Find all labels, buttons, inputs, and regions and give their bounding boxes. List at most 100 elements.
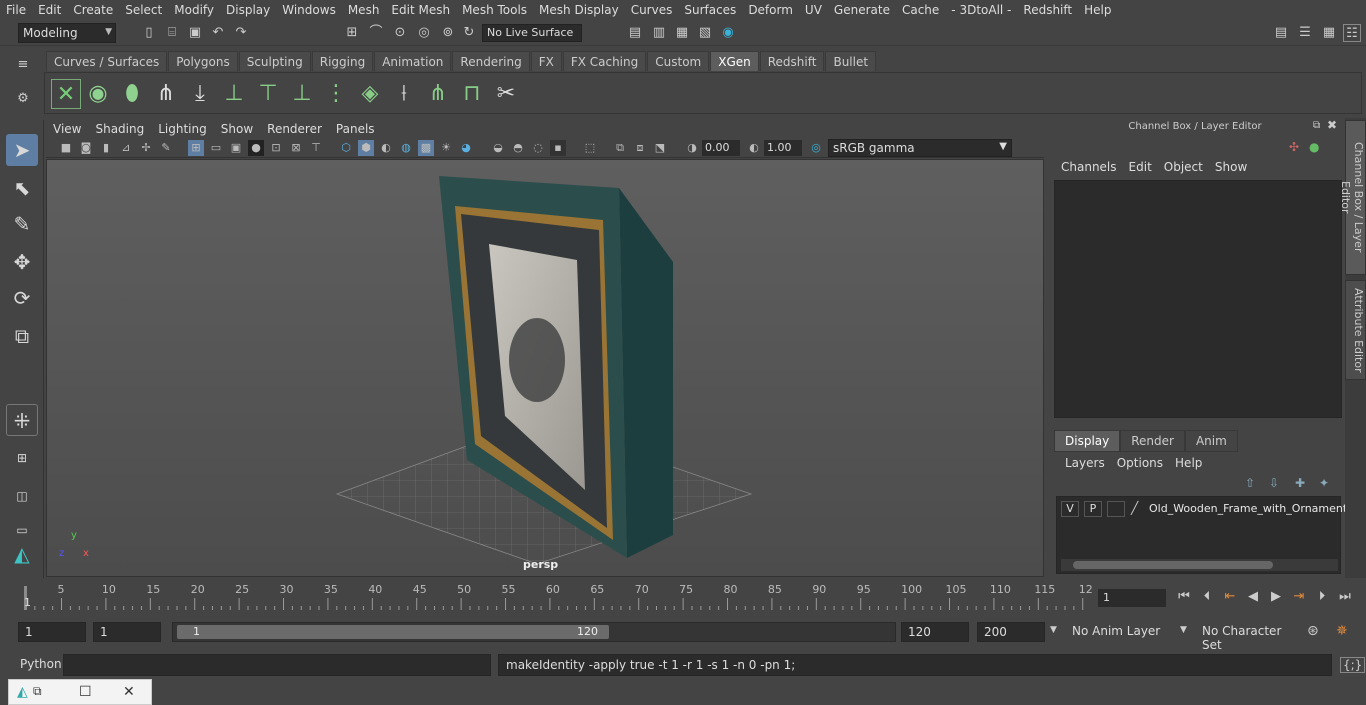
wireframe-icon[interactable]: ⬡	[338, 140, 354, 156]
new-layer-icon[interactable]: ✚	[1295, 476, 1305, 490]
select-tool-icon[interactable]: ➤	[6, 134, 38, 166]
viewport-menu-view[interactable]: View	[46, 122, 88, 136]
xgen-cut-icon[interactable]: ✂	[491, 79, 521, 109]
menu-mesh-display[interactable]: Mesh Display	[533, 3, 625, 17]
channel-menu-object[interactable]: Object	[1158, 160, 1209, 174]
close-panel-icon[interactable]: ✖	[1327, 118, 1337, 132]
scene-start-field[interactable]: 1	[18, 622, 86, 642]
redo-icon[interactable]: ↷	[232, 24, 250, 42]
range-slider[interactable]: 1 120	[172, 622, 896, 642]
snap-view-icon[interactable]: ◎	[415, 24, 433, 42]
xgen-guides-icon[interactable]: ⋔	[151, 79, 181, 109]
layer-menu-layers[interactable]: Layers	[1059, 456, 1111, 470]
new-layer-selected-icon[interactable]: ✦	[1319, 476, 1329, 490]
move-layer-down-icon[interactable]: ⇩	[1269, 476, 1279, 490]
anim-layer-selector[interactable]: No Anim Layer	[1066, 622, 1170, 642]
layer-color-swatch[interactable]: ╱	[1131, 501, 1138, 515]
menu-curves[interactable]: Curves	[625, 3, 679, 17]
shelf-tab-custom[interactable]: Custom	[647, 51, 710, 71]
xgen-guides-curves-icon[interactable]: ⋮	[321, 79, 351, 109]
tab-channel-box[interactable]: Channel Box / Layer Editor	[1339, 120, 1366, 275]
shelf-tab-curves-surfaces[interactable]: Curves / Surfaces	[46, 51, 168, 71]
view-transform-selector[interactable]: sRGB gamma ▼	[828, 139, 1012, 157]
menu-redshift[interactable]: Redshift	[1017, 3, 1078, 17]
close-icon[interactable]: ✕	[123, 684, 135, 700]
channel-menu-show[interactable]: Show	[1209, 160, 1253, 174]
default-lighting-icon[interactable]: ◐	[378, 140, 394, 156]
menu-display[interactable]: Display	[220, 3, 276, 17]
lasso-tool-icon[interactable]: ⬉	[6, 172, 38, 204]
wireframe-on-shaded-icon[interactable]: ◍	[398, 140, 414, 156]
layer-menu-options[interactable]: Options	[1111, 456, 1169, 470]
step-forward-key-icon[interactable]: ⇥	[1290, 588, 1308, 606]
live-surface-field[interactable]: No Live Surface	[482, 24, 582, 42]
bookmark-icon[interactable]: ▮	[98, 140, 114, 156]
menu-modify[interactable]: Modify	[168, 3, 220, 17]
range-slider-handle[interactable]	[177, 625, 609, 639]
menu-file[interactable]: File	[0, 3, 32, 17]
safe-action-icon[interactable]: ⊠	[288, 140, 304, 156]
save-scene-icon[interactable]: ▣	[186, 24, 204, 42]
xgen-density-icon[interactable]: ◈	[355, 79, 385, 109]
anim-layer-arrow-icon[interactable]: ▼	[1050, 625, 1057, 635]
shelf-tab-fx-caching[interactable]: FX Caching	[562, 51, 647, 71]
xgen-add-guide-icon[interactable]: ⤓	[185, 79, 215, 109]
gamma-icon[interactable]: ◐	[746, 140, 762, 156]
layer-scrollbar[interactable]	[1061, 559, 1338, 571]
shelf-tab-rigging[interactable]: Rigging	[311, 51, 374, 71]
new-scene-icon[interactable]: ▯	[140, 24, 158, 42]
menu-create[interactable]: Create	[67, 3, 119, 17]
undo-icon[interactable]: ↶	[209, 24, 227, 42]
gate-mask-icon[interactable]: ●	[248, 140, 264, 156]
xgen-select-guide-icon[interactable]: ⊤	[253, 79, 283, 109]
film-gate-icon[interactable]: ▭	[208, 140, 224, 156]
character-set-arrow-icon[interactable]: ▼	[1180, 625, 1187, 635]
speed-icon[interactable]: ●	[1309, 140, 1319, 154]
xgen-description-icon[interactable]: ◉	[83, 79, 113, 109]
perspective-viewport[interactable]: y z x persp	[46, 159, 1044, 577]
move-tool-icon[interactable]: ✥	[6, 246, 38, 278]
maximize-icon[interactable]: ☐	[79, 684, 92, 700]
menu-set-selector[interactable]: Modeling	[18, 23, 116, 43]
exposure-icon[interactable]: ◑	[684, 140, 700, 156]
color-management-icon[interactable]: ◎	[808, 140, 824, 156]
use-all-lights-icon[interactable]: ☀	[438, 140, 454, 156]
shadows-icon[interactable]: ◕	[458, 140, 474, 156]
play-forward-icon[interactable]: ▶	[1267, 588, 1285, 606]
layer-visibility-toggle[interactable]: V	[1061, 501, 1079, 517]
field-chart-icon[interactable]: ⊡	[268, 140, 284, 156]
xgen-editor-icon[interactable]: ✕	[51, 79, 81, 109]
layer-menu-help[interactable]: Help	[1169, 456, 1208, 470]
show-manipulator-icon[interactable]: ⁜	[6, 404, 38, 436]
channelbox-toggle-icon[interactable]: ☷	[1343, 24, 1361, 42]
viewport-menu-lighting[interactable]: Lighting	[151, 122, 214, 136]
textured-icon[interactable]: ▩	[418, 140, 434, 156]
shelf-tab-polygons[interactable]: Polygons	[168, 51, 238, 71]
menu-surfaces[interactable]: Surfaces	[678, 3, 742, 17]
xgen-lock-guide-icon[interactable]: ⊥	[287, 79, 317, 109]
menu-deform[interactable]: Deform	[742, 3, 799, 17]
viewport-menu-renderer[interactable]: Renderer	[260, 122, 329, 136]
layer-display-type[interactable]	[1107, 501, 1125, 517]
menu-edit-mesh[interactable]: Edit Mesh	[385, 3, 456, 17]
xgen-grooming-icon[interactable]: ⋔	[423, 79, 453, 109]
xgen-collection-icon[interactable]: ⬮	[117, 79, 147, 109]
restore-icon[interactable]: ⧉	[33, 684, 42, 699]
command-language-label[interactable]: Python	[20, 657, 62, 671]
image-plane-icon[interactable]: ⊿	[118, 140, 134, 156]
shelf-tab-rendering[interactable]: Rendering	[452, 51, 530, 71]
resolution-gate-icon[interactable]: ▣	[228, 140, 244, 156]
shelf-tab-redshift[interactable]: Redshift	[759, 51, 825, 71]
anim-prefs-icon[interactable]: ✵	[1336, 623, 1348, 639]
shelf-tab-fx[interactable]: FX	[530, 51, 562, 71]
layer-tab-render[interactable]: Render	[1120, 430, 1185, 452]
menu-3dtoall[interactable]: - 3DtoAll -	[945, 3, 1017, 17]
camera-lock-icon[interactable]: ◙	[78, 140, 94, 156]
manipulator-icon[interactable]: ✣	[1289, 140, 1299, 154]
render-settings-icon[interactable]: ▧	[696, 24, 714, 42]
playback-start-field[interactable]: 1	[93, 622, 161, 642]
menu-mesh-tools[interactable]: Mesh Tools	[456, 3, 533, 17]
menu-mesh[interactable]: Mesh	[342, 3, 386, 17]
layer-tab-anim[interactable]: Anim	[1184, 430, 1238, 452]
play-backward-icon[interactable]: ◀	[1244, 588, 1262, 606]
